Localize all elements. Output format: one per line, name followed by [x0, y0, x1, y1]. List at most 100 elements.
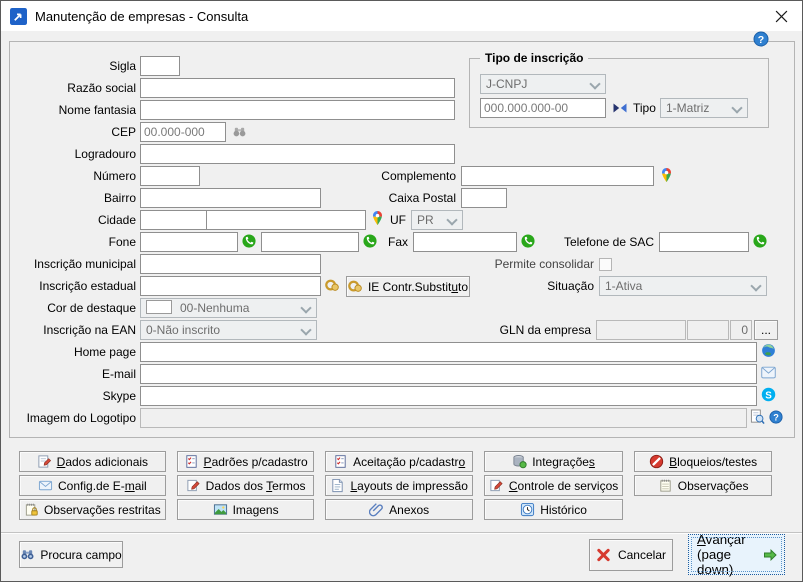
svg-text:S: S [765, 390, 772, 401]
sac-whatsapp-icon[interactable] [753, 234, 767, 248]
logotipo-help-icon[interactable]: ? [769, 410, 783, 424]
complemento-input[interactable] [461, 166, 654, 186]
fax-whatsapp-icon[interactable] [521, 234, 535, 248]
anexos-button[interactable]: Anexos [325, 499, 472, 520]
chevron-down-icon [589, 78, 600, 89]
ie-button-label: IE Contr.Substituto [368, 280, 468, 294]
fone2-whatsapp-icon[interactable] [363, 234, 377, 248]
logradouro-label: Logradouro [9, 144, 136, 164]
caixa-postal-label: Caixa Postal [331, 188, 456, 208]
cep-search-binoculars-icon[interactable] [232, 124, 247, 139]
cor-destaque-label: Cor de destaque [9, 298, 136, 318]
gln-more-button[interactable]: ... [754, 320, 778, 340]
email-envelope-icon[interactable] [761, 366, 776, 379]
cep-input[interactable] [140, 122, 226, 142]
caixa-postal-input[interactable] [461, 188, 507, 208]
imagens-button[interactable]: Imagens [177, 499, 315, 520]
bairro-input[interactable] [140, 188, 321, 208]
observacoes-restritas-button[interactable]: Observações restritas [19, 499, 166, 520]
block-icon [649, 454, 664, 469]
nome-fantasia-input[interactable] [140, 100, 455, 120]
app-window: Manutenção de empresas - Consulta ? Sigl… [0, 0, 803, 582]
cor-destaque-value: 00-Nenhuma [180, 301, 249, 315]
historico-button[interactable]: Histórico [484, 499, 623, 520]
skype-icon[interactable]: S [761, 387, 776, 402]
complemento-map-pin-icon[interactable] [659, 167, 674, 184]
tipo-label: Tipo [633, 98, 659, 118]
database-icon [512, 454, 527, 469]
situacao-label: Situação [491, 276, 594, 296]
cancel-x-icon [596, 547, 611, 563]
fax-input[interactable] [413, 232, 517, 252]
cancelar-button[interactable]: Cancelar [589, 539, 673, 571]
observacoes-button[interactable]: Observações [634, 475, 772, 496]
integracoes-button[interactable]: Integrações [484, 451, 623, 472]
color-swatch [146, 300, 172, 314]
procura-campo-label: Procura campo [40, 548, 121, 562]
sigla-input[interactable] [140, 56, 180, 76]
globe-icon[interactable] [761, 343, 776, 358]
cor-destaque-combo: 00-Nenhuma [140, 298, 317, 318]
pencil-document-icon [186, 478, 201, 493]
inscricao-municipal-input[interactable] [140, 254, 321, 274]
logradouro-input[interactable] [140, 144, 455, 164]
app-icon [10, 8, 27, 25]
tipo-inscricao-group: Tipo de inscrição J-CNPJ Tipo 1-Matriz [469, 58, 769, 128]
tipo-matriz-value: 1-Matriz [666, 101, 709, 115]
inscricao-estadual-coins-icon[interactable] [325, 278, 340, 293]
chevron-down-icon [446, 214, 457, 225]
inscricao-ean-value: 0-Não inscrito [146, 323, 220, 337]
email-input[interactable] [140, 364, 757, 384]
inscricao-estadual-label: Inscrição estadual [9, 276, 136, 296]
fone-label: Fone [9, 232, 136, 252]
avancar-button[interactable]: Avançar (page down) [688, 534, 785, 575]
ie-contr-substituto-button[interactable]: IE Contr.Substituto [346, 276, 470, 297]
uf-label: UF [381, 210, 406, 230]
cidade-code-input[interactable] [140, 210, 207, 230]
dados-termos-button[interactable]: Dados dos Termos [177, 475, 315, 496]
bloqueios-testes-button[interactable]: Bloqueios/testes [634, 451, 772, 472]
tipo-inscricao-combo: J-CNPJ [480, 74, 606, 94]
controle-servicos-button[interactable]: Controle de serviços [484, 475, 623, 496]
cancelar-label: Cancelar [618, 548, 666, 562]
skype-input[interactable] [140, 386, 757, 406]
home-page-input[interactable] [140, 342, 757, 362]
pencil-document-icon [489, 478, 504, 493]
cidade-nome-input[interactable] [206, 210, 366, 230]
permite-consolidar-checkbox[interactable] [599, 258, 612, 271]
receita-federal-icon[interactable] [612, 100, 628, 116]
fone1-whatsapp-icon[interactable] [242, 234, 256, 248]
bottom-separator [1, 532, 803, 534]
envelope-icon [38, 478, 53, 493]
svg-text:?: ? [773, 412, 779, 422]
skype-label: Skype [9, 386, 136, 406]
fone1-input[interactable] [140, 232, 238, 252]
layouts-impressao-button[interactable]: Layouts de impressão [325, 475, 472, 496]
dados-adicionais-button[interactable]: Dados adicionais [19, 451, 166, 472]
sac-input[interactable] [659, 232, 749, 252]
inscricao-estadual-input[interactable] [140, 276, 321, 296]
aceitacao-cadastro-button[interactable]: Aceitação p/cadastro [325, 451, 472, 472]
tipo-matriz-combo: 1-Matriz [660, 98, 748, 118]
situacao-value: 1-Ativa [605, 279, 642, 293]
numero-input[interactable] [140, 166, 200, 186]
notepad-lock-icon [24, 502, 39, 517]
sac-label: Telefone de SAC [541, 232, 654, 252]
checklist-icon [333, 454, 348, 469]
procura-campo-button[interactable]: Procura campo [19, 541, 123, 568]
window-title: Manutenção de empresas - Consulta [35, 9, 248, 24]
avancar-label: Avançar (page down) [697, 532, 762, 577]
config-email-button[interactable]: Config.de E-mail [19, 475, 166, 496]
help-icon[interactable]: ? [753, 31, 769, 47]
razao-social-input[interactable] [140, 78, 455, 98]
padroes-cadastro-button[interactable]: Padrões p/cadastro [177, 451, 315, 472]
cep-label: CEP [9, 122, 136, 142]
close-button[interactable] [760, 1, 802, 31]
logotipo-preview-icon[interactable] [750, 409, 765, 425]
cnpj-input[interactable] [480, 98, 606, 118]
inscricao-ean-combo: 0-Não inscrito [140, 320, 317, 340]
complemento-label: Complemento [331, 166, 456, 186]
razao-social-label: Razão social [9, 78, 136, 98]
logotipo-field [140, 408, 747, 428]
fone2-input[interactable] [261, 232, 359, 252]
